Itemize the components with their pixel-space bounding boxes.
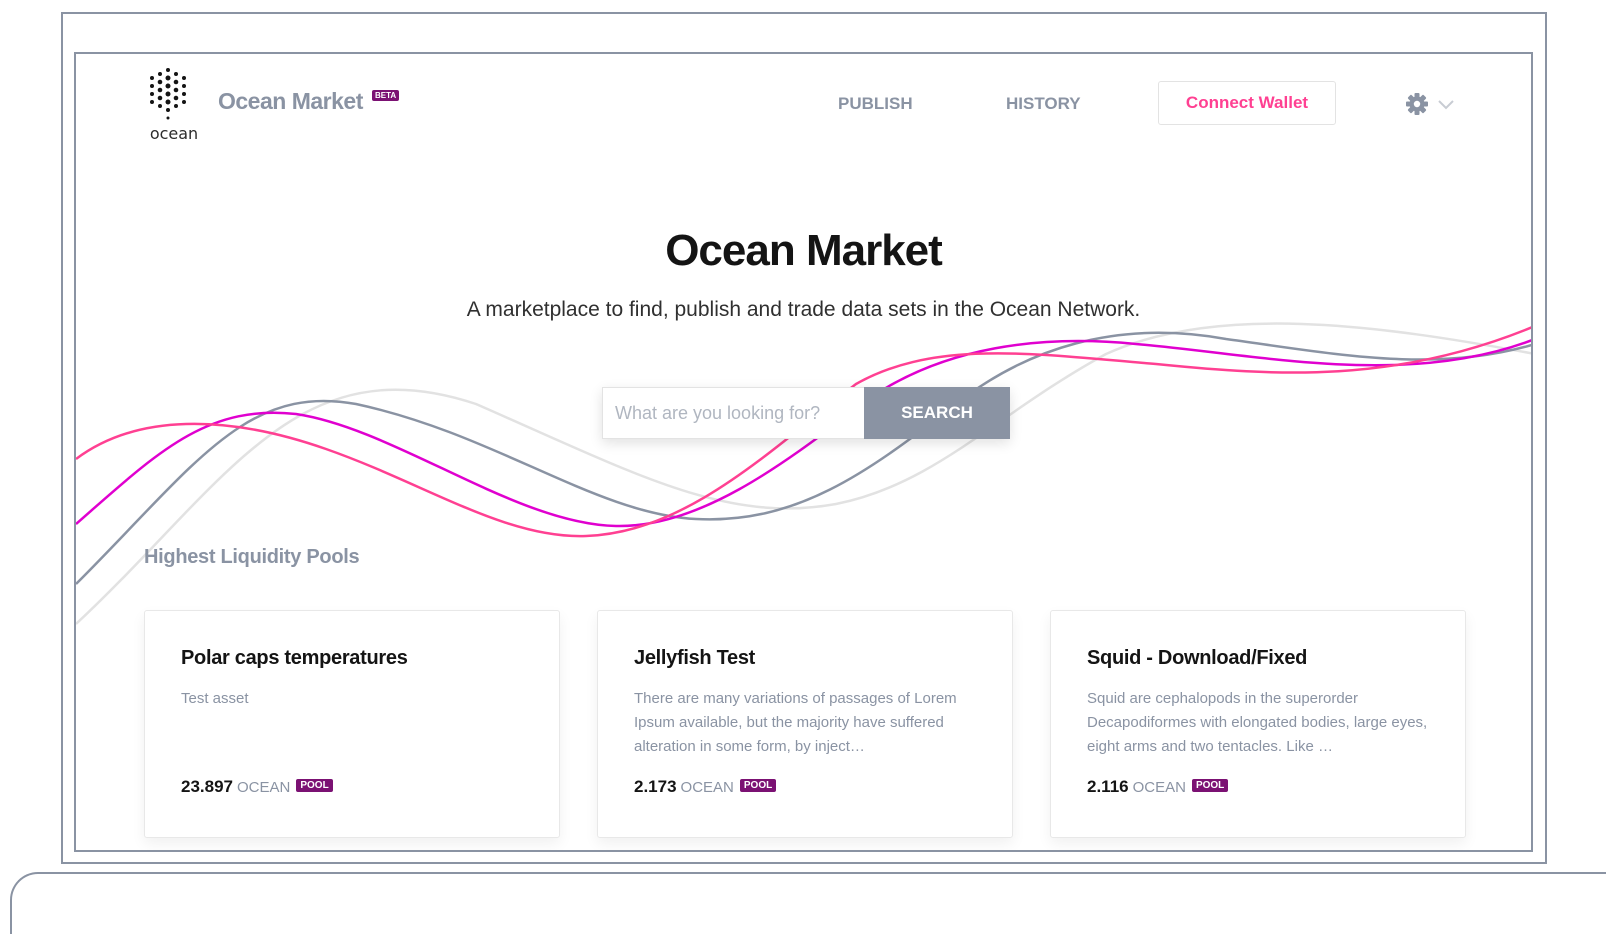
browser-screen: ocean Ocean Market BETA PUBLISH HISTORY … bbox=[74, 52, 1533, 852]
site-header: ocean Ocean Market BETA PUBLISH HISTORY … bbox=[76, 54, 1531, 164]
brand-name[interactable]: Ocean Market bbox=[218, 88, 363, 115]
hero-subtitle: A marketplace to find, publish and trade… bbox=[466, 298, 1141, 321]
search-input[interactable] bbox=[602, 387, 864, 439]
pool-card[interactable]: Squid - Download/Fixed Squid are cephalo… bbox=[1050, 610, 1466, 838]
connect-wallet-button[interactable]: Connect Wallet bbox=[1158, 81, 1336, 125]
card-price: 2.173 OCEAN POOL bbox=[634, 777, 777, 797]
card-price: 23.897 OCEAN POOL bbox=[181, 777, 333, 797]
pool-card[interactable]: Polar caps temperatures Test asset 23.89… bbox=[144, 610, 560, 838]
chevron-down-icon bbox=[1438, 100, 1454, 110]
card-title: Squid - Download/Fixed bbox=[1087, 647, 1308, 669]
card-description: Test asset bbox=[181, 690, 249, 707]
ocean-logo[interactable]: ocean bbox=[144, 66, 204, 146]
ocean-dots-icon bbox=[150, 68, 186, 120]
price-unit: OCEAN bbox=[1132, 779, 1186, 796]
price-value: 2.173 bbox=[634, 777, 677, 796]
card-price: 2.116 OCEAN POOL bbox=[1087, 777, 1229, 797]
nav-history[interactable]: HISTORY bbox=[1006, 94, 1081, 114]
card-title: Polar caps temperatures bbox=[181, 647, 408, 669]
card-title: Jellyfish Test bbox=[634, 647, 756, 669]
hero-title: Ocean Market bbox=[665, 226, 943, 275]
nav-publish[interactable]: PUBLISH bbox=[838, 94, 913, 114]
price-value: 23.897 bbox=[181, 777, 233, 796]
price-unit: OCEAN bbox=[680, 779, 734, 796]
gear-icon bbox=[1406, 93, 1454, 115]
section-title-liquidity: Highest Liquidity Pools bbox=[144, 546, 360, 568]
beta-badge: BETA bbox=[372, 90, 400, 101]
logo-wordmark: ocean bbox=[149, 124, 199, 143]
wave-light bbox=[76, 322, 1531, 625]
search-form: SEARCH bbox=[602, 387, 1010, 439]
search-button[interactable]: SEARCH bbox=[864, 387, 1010, 439]
settings-menu[interactable] bbox=[1406, 92, 1462, 116]
device-base bbox=[10, 872, 1606, 934]
card-description: There are many variations of passages of… bbox=[634, 690, 957, 755]
price-unit: OCEAN bbox=[237, 779, 291, 796]
pool-card[interactable]: Jellyfish Test There are many variations… bbox=[597, 610, 1013, 838]
pool-badge: POOL bbox=[739, 779, 777, 792]
card-description: Squid are cephalopods in the superorder … bbox=[1087, 690, 1428, 755]
pool-badge: POOL bbox=[296, 779, 333, 792]
price-value: 2.116 bbox=[1087, 777, 1129, 796]
pool-badge: POOL bbox=[1191, 779, 1229, 792]
